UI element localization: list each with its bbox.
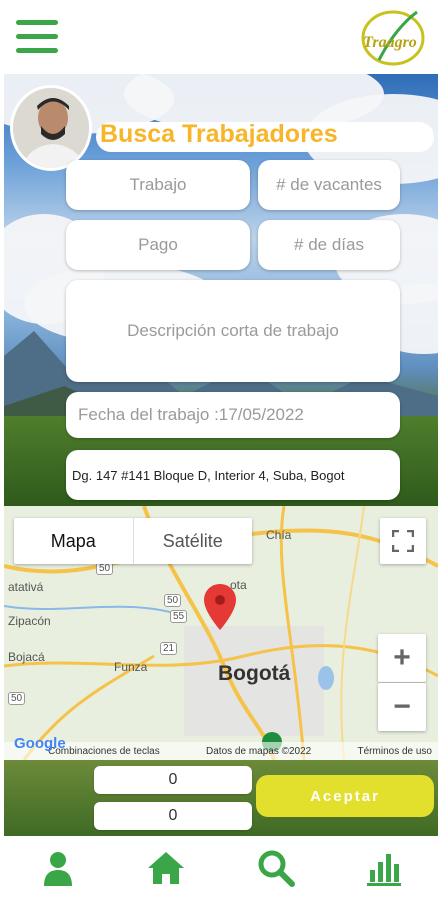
nav-search[interactable] [256, 848, 296, 888]
dias-field[interactable]: # de días [258, 220, 400, 270]
map-label-funza: Funza [114, 660, 148, 674]
avatar[interactable] [10, 85, 92, 171]
fecha-field[interactable]: Fecha del trabajo :17/05/2022 [66, 392, 400, 438]
app-screen: Traagro Busca Trabajadores Trabajo # de … [0, 0, 441, 900]
zoom-out-button[interactable]: − [378, 683, 426, 731]
hamburger-menu-icon[interactable] [16, 20, 58, 54]
search-icon [258, 850, 295, 887]
numeric-field-2[interactable]: 0 [94, 802, 252, 830]
fullscreen-icon [392, 530, 414, 552]
google-logo: Google [14, 735, 66, 752]
brand-logo: Traagro [351, 6, 429, 68]
satellite-tab[interactable]: Satélite [132, 518, 253, 564]
map-city-label: Bogotá [218, 662, 291, 685]
map-label-zipacon: Zipacón [8, 614, 51, 628]
descripcion-field[interactable]: Descripción corta de trabajo [66, 280, 400, 382]
logo-text: Traagro [363, 34, 417, 51]
map-data-label: Datos de mapas ©2022 [206, 745, 312, 757]
bottom-navbar [0, 836, 441, 900]
road-badge: 55 [170, 610, 188, 623]
map-tab[interactable]: Mapa [14, 518, 133, 564]
accept-button[interactable]: Aceptar [256, 775, 434, 817]
top-bar: Traagro [0, 0, 441, 74]
road-badge: 21 [160, 642, 178, 655]
bar-chart-icon [367, 854, 401, 886]
map-attribution: Combinaciones de teclas Datos de mapas ©… [4, 742, 438, 760]
numeric-field-1[interactable]: 0 [94, 766, 252, 794]
road-badge: 50 [8, 692, 26, 705]
fullscreen-button[interactable] [380, 518, 426, 564]
map-type-toggle: Mapa Satélite [14, 518, 252, 564]
map-label-cativa: atativá [8, 580, 44, 594]
vacantes-field[interactable]: # de vacantes [258, 160, 400, 210]
map-label-chia: Chía [266, 528, 292, 542]
road-badge: 50 [164, 594, 182, 607]
nav-profile[interactable] [38, 848, 78, 888]
home-icon [148, 852, 184, 884]
zoom-in-button[interactable]: + [378, 634, 426, 682]
direccion-field[interactable]: Dg. 147 #141 Bloque D, Interior 4, Suba,… [66, 450, 400, 500]
pago-field[interactable]: Pago [66, 220, 250, 270]
nav-home[interactable] [146, 848, 186, 888]
person-icon [44, 852, 72, 886]
trabajo-field[interactable]: Trabajo [66, 160, 250, 210]
page-title: Busca Trabajadores [100, 120, 338, 148]
map-label-bojaca: Bojacá [8, 650, 45, 664]
location-pin-icon[interactable] [204, 584, 236, 630]
nav-stats[interactable] [364, 848, 404, 888]
terms-link[interactable]: Términos de uso [358, 746, 432, 757]
